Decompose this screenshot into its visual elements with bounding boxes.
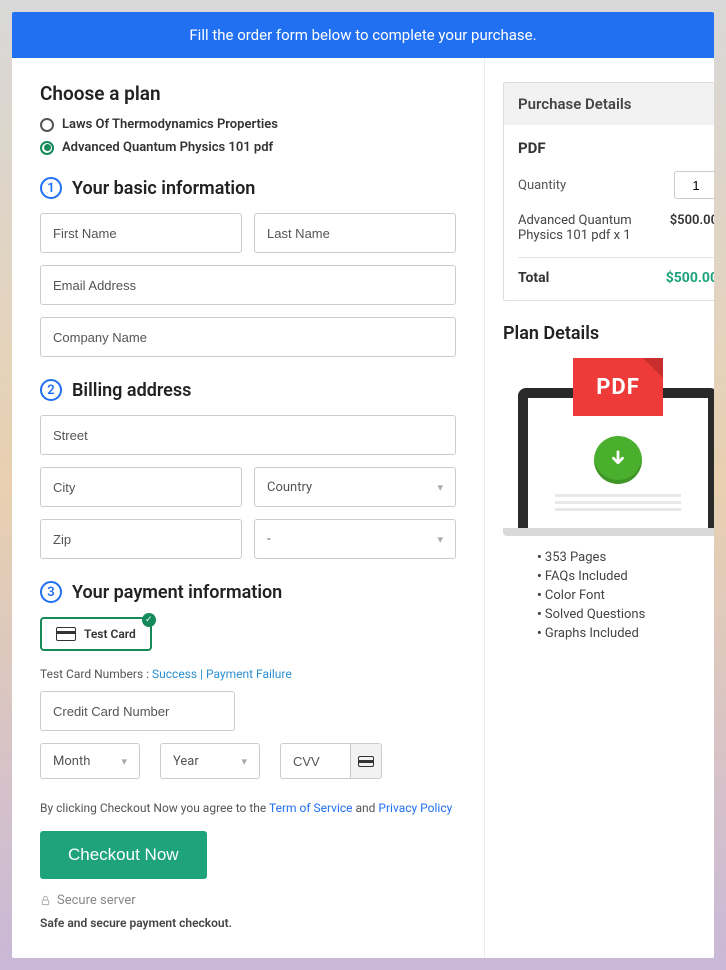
feature-item: FAQs Included [537, 569, 714, 584]
cvv-input[interactable] [280, 743, 350, 779]
checkout-page: Fill the order form below to complete yo… [12, 12, 714, 958]
tos-line: By clicking Checkout Now you agree to th… [40, 801, 456, 815]
feature-item: 353 Pages [537, 550, 714, 565]
chevron-down-icon: ▾ [437, 533, 443, 546]
step-number-icon: 1 [40, 177, 62, 199]
radio-icon [40, 118, 54, 132]
total-price: $500.00 [666, 270, 714, 286]
step-number-icon: 2 [40, 379, 62, 401]
state-select-value: - [267, 532, 271, 547]
year-select[interactable]: Year ▾ [160, 743, 260, 779]
sidebar-column: Purchase Details PDF Quantity Advanced Q… [485, 58, 714, 958]
month-value: Month [53, 754, 90, 769]
radio-icon [40, 141, 54, 155]
credit-card-icon [56, 627, 76, 641]
chevron-down-icon: ▾ [241, 755, 247, 768]
credit-card-input[interactable] [40, 691, 235, 731]
street-input[interactable] [40, 415, 456, 455]
step-label: Billing address [72, 380, 191, 401]
content-area: Choose a plan Laws Of Thermodynamics Pro… [12, 58, 714, 958]
plan-option-0[interactable]: Laws Of Thermodynamics Properties [40, 117, 456, 132]
country-select-value: Country [267, 480, 312, 495]
secure-server-line: Secure server [40, 893, 456, 908]
choose-plan-title: Choose a plan [40, 82, 456, 105]
plan-details-title: Plan Details [503, 323, 714, 344]
tos-link[interactable]: Term of Service [269, 801, 353, 815]
safe-checkout-line: Safe and secure payment checkout. [40, 916, 456, 930]
lock-icon [40, 895, 51, 906]
download-icon [594, 436, 642, 484]
state-select[interactable]: - ▾ [254, 519, 456, 559]
pdf-label: PDF [518, 139, 714, 157]
form-column: Choose a plan Laws Of Thermodynamics Pro… [12, 58, 485, 958]
first-name-input[interactable] [40, 213, 242, 253]
feature-list: 353 Pages FAQs Included Color Font Solve… [503, 550, 714, 641]
step-label: Your basic information [72, 178, 255, 199]
step-3-header: 3 Your payment information [40, 581, 456, 603]
feature-item: Graphs Included [537, 626, 714, 641]
credit-card-icon [350, 743, 382, 779]
total-row: Total $500.00 [518, 257, 714, 286]
city-input[interactable] [40, 467, 242, 507]
line-item-name: Advanced Quantum Physics 101 pdf x 1 [518, 213, 648, 243]
feature-item: Color Font [537, 588, 714, 603]
last-name-input[interactable] [254, 213, 456, 253]
step-number-icon: 3 [40, 581, 62, 603]
purchase-details-title: Purchase Details [504, 83, 714, 125]
purchase-details-box: Purchase Details PDF Quantity Advanced Q… [503, 82, 714, 301]
year-value: Year [173, 754, 199, 769]
country-select[interactable]: Country ▾ [254, 467, 456, 507]
company-input[interactable] [40, 317, 456, 357]
test-card-toggle[interactable]: Test Card ✓ [40, 617, 152, 651]
quantity-label: Quantity [518, 178, 566, 193]
plan-option-label: Laws Of Thermodynamics Properties [62, 117, 278, 132]
checkmark-icon: ✓ [142, 613, 156, 627]
step-2-header: 2 Billing address [40, 379, 456, 401]
email-input[interactable] [40, 265, 456, 305]
cvv-group [280, 743, 382, 779]
line-item-price: $500.00 [670, 213, 714, 243]
zip-input[interactable] [40, 519, 242, 559]
header-banner: Fill the order form below to complete yo… [12, 12, 714, 58]
feature-item: Solved Questions [537, 607, 714, 622]
test-card-hint: Test Card Numbers : Success | Payment Fa… [40, 667, 456, 681]
chevron-down-icon: ▾ [437, 481, 443, 494]
plan-illustration: PDF [503, 358, 714, 536]
quantity-input[interactable] [674, 171, 714, 199]
total-label: Total [518, 270, 549, 286]
line-item-row: Advanced Quantum Physics 101 pdf x 1 $50… [518, 213, 714, 243]
step-label: Your payment information [72, 582, 282, 603]
step-1-header: 1 Your basic information [40, 177, 456, 199]
month-select[interactable]: Month ▾ [40, 743, 140, 779]
checkout-button[interactable]: Checkout Now [40, 831, 207, 879]
failure-link[interactable]: Payment Failure [206, 667, 292, 681]
success-link[interactable]: Success [152, 667, 197, 681]
chevron-down-icon: ▾ [121, 755, 127, 768]
privacy-link[interactable]: Privacy Policy [378, 801, 452, 815]
plan-option-1[interactable]: Advanced Quantum Physics 101 pdf [40, 140, 456, 155]
plan-option-label: Advanced Quantum Physics 101 pdf [62, 140, 273, 155]
pdf-badge-icon: PDF [573, 358, 663, 416]
test-card-label: Test Card [84, 627, 136, 641]
